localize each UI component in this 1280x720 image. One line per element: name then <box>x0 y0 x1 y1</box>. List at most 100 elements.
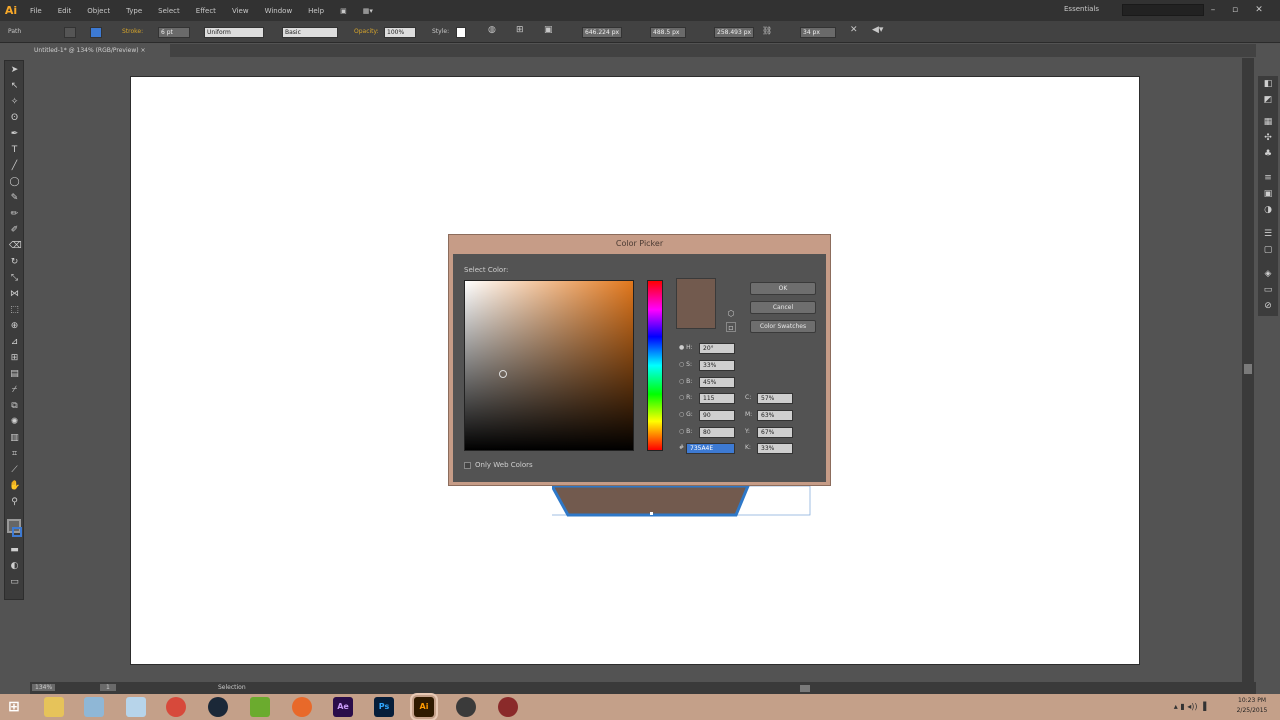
anchor-point[interactable] <box>650 512 653 515</box>
b-field[interactable]: 45% <box>699 377 735 388</box>
stroke-color-icon[interactable] <box>12 527 22 537</box>
h-radio[interactable]: ● H: <box>679 344 693 351</box>
lasso-tool-icon[interactable]: ʘ <box>9 113 20 124</box>
color-field-marker[interactable] <box>499 370 507 378</box>
minimize-icon[interactable]: – <box>1206 3 1220 17</box>
draw-mode-icon[interactable]: ◐ <box>9 561 20 572</box>
web-safe-icon[interactable]: ▫ <box>726 322 736 332</box>
b-radio[interactable]: ○ B: <box>679 378 692 385</box>
menu-view[interactable]: View <box>224 7 257 15</box>
menu-select[interactable]: Select <box>150 7 188 15</box>
b-rgb-radio[interactable]: ○ B: <box>679 428 692 435</box>
rotate-tool-icon[interactable]: ↻ <box>9 257 20 268</box>
recolor-icon[interactable]: ◍ <box>488 25 496 35</box>
graphic-style-swatch[interactable] <box>456 27 466 38</box>
selection-tool-icon[interactable]: ➤ <box>9 65 20 76</box>
stroke-swatch[interactable] <box>90 27 102 38</box>
trapezoid-path[interactable] <box>552 486 750 517</box>
menu-effect[interactable]: Effect <box>188 7 224 15</box>
r-field[interactable]: 115 <box>699 393 735 404</box>
m-field[interactable]: 63% <box>757 410 793 421</box>
y-field[interactable]: 488.5 px <box>650 27 686 38</box>
only-web-colors-checkbox[interactable] <box>464 462 471 469</box>
transform-icon[interactable]: ▣ <box>544 25 553 35</box>
zoom-tool-icon[interactable]: ⚲ <box>9 497 20 508</box>
graphic-styles-panel-icon[interactable]: ▢ <box>1262 244 1274 256</box>
menu-edit[interactable]: Edit <box>50 7 80 15</box>
file-explorer-icon[interactable] <box>44 697 64 717</box>
shape-builder-tool-icon[interactable]: ⊕ <box>9 321 20 332</box>
fill-swatch[interactable] <box>64 27 76 38</box>
h-field[interactable]: 20° <box>699 343 735 354</box>
color-swatches-button[interactable]: Color Swatches <box>750 320 816 333</box>
menu-help[interactable]: Help <box>300 7 332 15</box>
maximize-icon[interactable]: ▫ <box>1228 3 1242 17</box>
menu-file[interactable]: File <box>22 7 50 15</box>
free-transform-tool-icon[interactable]: ⬚ <box>9 305 20 316</box>
perspective-grid-tool-icon[interactable]: ⊿ <box>9 337 20 348</box>
artboard-navigation-field[interactable]: 1 <box>100 684 116 691</box>
color-mode-icon[interactable]: ▬ <box>9 545 20 556</box>
s-radio[interactable]: ○ S: <box>679 361 692 368</box>
document-tab[interactable]: Untitled-1* @ 134% (RGB/Preview) × <box>30 44 170 57</box>
steam-icon[interactable] <box>208 697 228 717</box>
horizontal-scroll-thumb[interactable] <box>800 685 810 692</box>
screen-mode-icon[interactable]: ▭ <box>9 577 20 588</box>
eyedropper-tool-icon[interactable]: ⌿ <box>9 385 20 396</box>
zoom-field[interactable]: 134% <box>32 684 56 691</box>
eye-app-icon[interactable] <box>456 697 476 717</box>
stroke-weight-field[interactable]: 6 pt <box>158 27 190 38</box>
type-tool-icon[interactable]: T <box>9 145 20 156</box>
paintbrush-tool-icon[interactable]: ✎ <box>9 193 20 204</box>
g-field[interactable]: 90 <box>699 410 735 421</box>
close-tab-icon[interactable]: × <box>141 47 146 54</box>
hex-field[interactable]: 735A4E <box>686 443 735 454</box>
symbols-panel-icon[interactable]: ♣ <box>1262 148 1274 160</box>
arrange-documents-icon[interactable]: ▦▾ <box>355 7 381 15</box>
status-mode[interactable]: Selection <box>218 684 246 691</box>
firefox-icon[interactable] <box>292 697 312 717</box>
column-graph-tool-icon[interactable]: ▥ <box>9 433 20 444</box>
variable-width-profile[interactable]: Uniform <box>204 27 264 38</box>
gradient-tool-icon[interactable]: ▤ <box>9 369 20 380</box>
links-panel-icon[interactable]: ⊘ <box>1262 300 1274 312</box>
system-clock[interactable]: 10:23 PM 2/25/2015 <box>1226 696 1278 716</box>
s-field[interactable]: 33% <box>699 360 735 371</box>
illustrator-taskbar-icon[interactable]: Ai <box>410 693 438 720</box>
color-guide-icon[interactable]: ◩ <box>1262 94 1274 106</box>
blob-brush-tool-icon[interactable]: ✐ <box>9 225 20 236</box>
opacity-label[interactable]: Opacity: <box>354 28 379 35</box>
c-field[interactable]: 57% <box>757 393 793 404</box>
width-tool-icon[interactable]: ⋈ <box>9 289 20 300</box>
mesh-tool-icon[interactable]: ⊞ <box>9 353 20 364</box>
pen-tool-icon[interactable]: ✒ <box>9 129 20 140</box>
swatches-panel-icon[interactable]: ▦ <box>1262 116 1274 128</box>
color-field[interactable] <box>464 280 634 451</box>
chrome-icon[interactable] <box>166 697 186 717</box>
browser-icon[interactable] <box>84 697 104 717</box>
appearance-panel-icon[interactable]: ☰ <box>1262 228 1274 240</box>
link-icon[interactable]: ⛓ <box>762 26 772 35</box>
tool-app-icon[interactable] <box>498 697 518 717</box>
isolate-icon[interactable]: ✕ <box>850 25 858 35</box>
line-tool-icon[interactable]: ╱ <box>9 161 20 172</box>
search-input[interactable] <box>1122 4 1204 16</box>
photoshop-icon[interactable]: Ps <box>374 697 394 717</box>
x-field[interactable]: 646.224 px <box>582 27 622 38</box>
slice-tool-icon[interactable]: ⟋ <box>9 465 20 476</box>
r-radio[interactable]: ○ R: <box>679 394 692 401</box>
blend-tool-icon[interactable]: ⧉ <box>9 401 20 412</box>
trapezoid-shape[interactable] <box>552 486 814 520</box>
close-icon[interactable]: ✕ <box>1252 3 1266 17</box>
ellipse-tool-icon[interactable]: ◯ <box>9 177 20 188</box>
stroke-label[interactable]: Stroke: <box>122 28 143 35</box>
vertical-scroll-thumb[interactable] <box>1244 364 1252 374</box>
eraser-tool-icon[interactable]: ⌫ <box>9 241 22 252</box>
artboard-tool-icon[interactable]: ⌗ <box>9 449 20 460</box>
w-field[interactable]: 258.493 px <box>714 27 754 38</box>
layers-panel-icon[interactable]: ◈ <box>1262 268 1274 280</box>
hue-slider[interactable] <box>647 280 663 451</box>
brush-definition[interactable]: Basic <box>282 27 338 38</box>
workspace-switcher[interactable]: Essentials <box>1064 5 1099 13</box>
vertical-scrollbar[interactable] <box>1242 58 1254 682</box>
